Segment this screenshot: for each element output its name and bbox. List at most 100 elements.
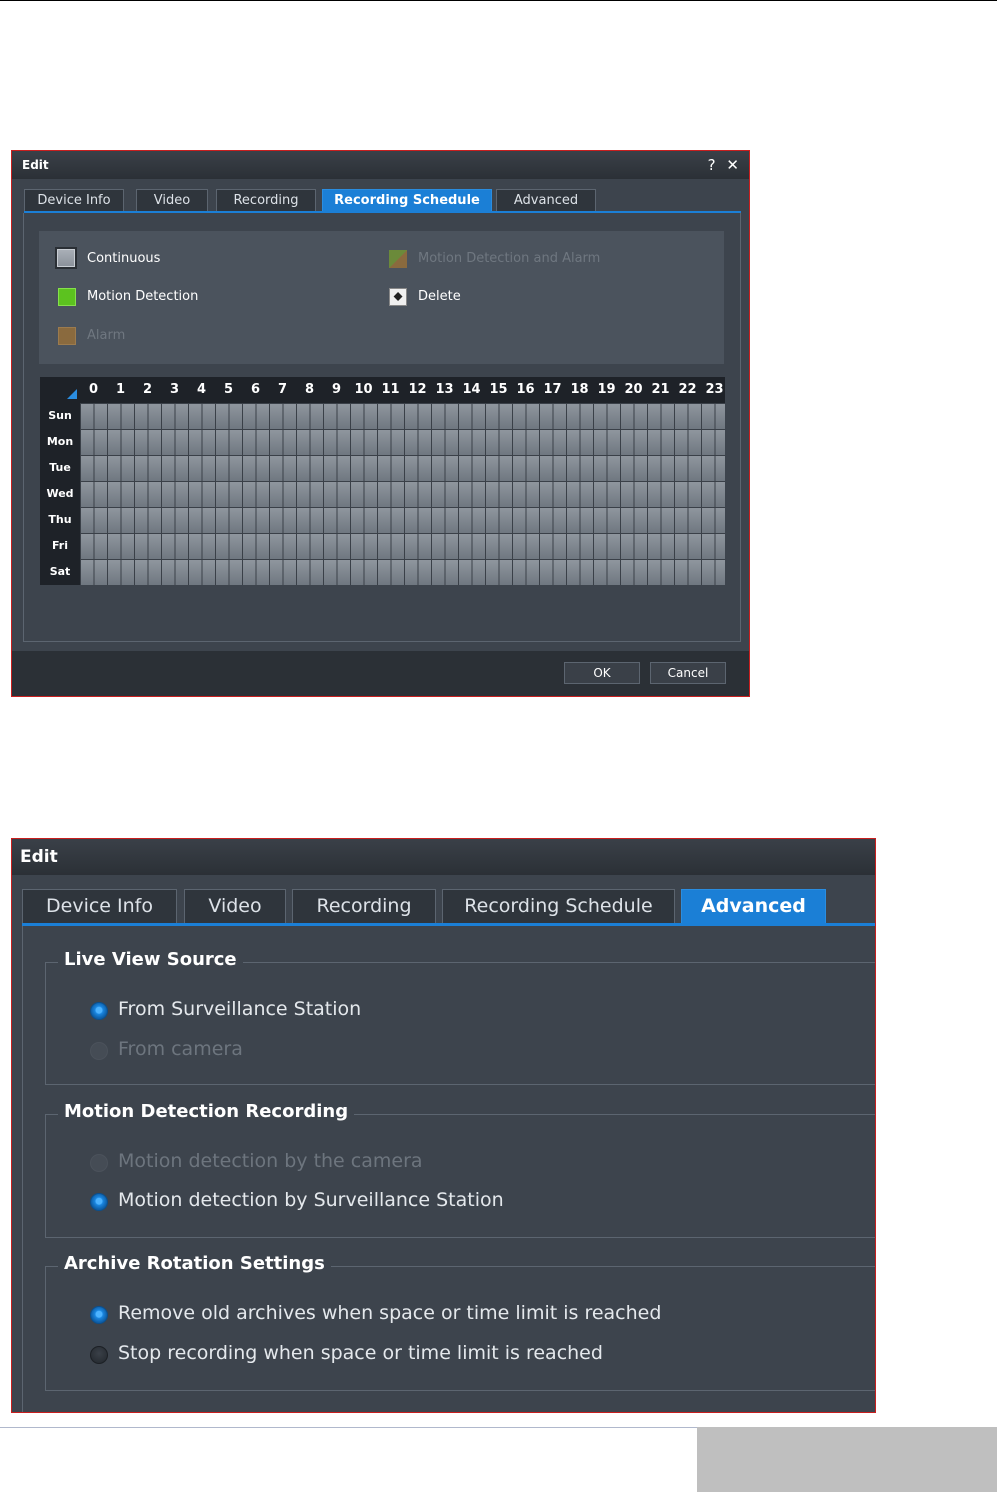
schedule-cells-mon[interactable] <box>80 429 725 455</box>
schedule-cells-fri[interactable] <box>80 533 725 559</box>
hour-header-20[interactable]: 20 <box>620 377 647 403</box>
hour-header-10[interactable]: 10 <box>350 377 377 403</box>
live-view-source-title: Live View Source <box>58 949 243 970</box>
day-label-thu[interactable]: Thu <box>40 507 80 533</box>
schedule-cells-tue[interactable] <box>80 455 725 481</box>
hour-header-row: 0 1 2 3 4 5 6 7 8 9 10 11 12 13 14 15 16 17 18 19 20 21 22 23 <box>40 377 725 403</box>
radio-from-camera <box>90 1042 108 1060</box>
hour-header-14[interactable]: 14 <box>458 377 485 403</box>
dialog-titlebar: Edit ? ✕ <box>12 151 749 179</box>
dialog-title: Edit <box>20 847 58 867</box>
edit-dialog-advanced: Edit Device Info Video Recording Recordi… <box>11 838 876 1413</box>
schedule-cells-sun[interactable] <box>80 403 725 429</box>
day-row-sat: Sat <box>40 559 725 585</box>
hour-header-16[interactable]: 16 <box>512 377 539 403</box>
tab-device-info[interactable]: Device Info <box>24 189 124 211</box>
tab-recording-schedule[interactable]: Recording Schedule <box>442 889 675 923</box>
hour-header-15[interactable]: 15 <box>485 377 512 403</box>
page-bottom-rule <box>0 1427 697 1428</box>
radio-stop-recording[interactable] <box>90 1346 108 1364</box>
day-label-sun[interactable]: Sun <box>40 403 80 429</box>
eraser-icon[interactable]: ⬥ <box>389 288 407 306</box>
select-all-corner[interactable] <box>40 377 80 403</box>
close-icon[interactable]: ✕ <box>726 156 739 174</box>
hour-header-1[interactable]: 1 <box>107 377 134 403</box>
title-controls: ? ✕ <box>702 156 739 174</box>
tab-recording[interactable]: Recording <box>292 889 436 923</box>
select-all-icon[interactable] <box>67 389 77 399</box>
hour-header-17[interactable]: 17 <box>539 377 566 403</box>
day-label-mon[interactable]: Mon <box>40 429 80 455</box>
schedule-grid[interactable]: 0 1 2 3 4 5 6 7 8 9 10 11 12 13 14 15 16 17 18 19 20 21 22 23 S… <box>40 377 725 585</box>
radio-from-surveillance-station[interactable] <box>90 1002 108 1020</box>
day-label-fri[interactable]: Fri <box>40 533 80 559</box>
legend-alarm-label: Alarm <box>87 328 126 343</box>
continuous-swatch-icon[interactable] <box>55 247 77 269</box>
ok-button[interactable]: OK <box>564 662 640 684</box>
dialog-title: Edit <box>22 158 49 172</box>
day-row-fri: Fri <box>40 533 725 559</box>
archive-rotation-settings-title: Archive Rotation Settings <box>58 1253 331 1274</box>
option-motion-by-camera: Motion detection by the camera <box>118 1150 423 1172</box>
tab-device-info[interactable]: Device Info <box>22 889 177 923</box>
hour-header-19[interactable]: 19 <box>593 377 620 403</box>
dialog-titlebar: Edit <box>12 839 875 875</box>
schedule-cells-sat[interactable] <box>80 559 725 585</box>
legend-continuous-label[interactable]: Continuous <box>87 251 160 266</box>
hour-header-18[interactable]: 18 <box>566 377 593 403</box>
tab-video[interactable]: Video <box>136 189 208 211</box>
hour-header-8[interactable]: 8 <box>296 377 323 403</box>
day-row-mon: Mon <box>40 429 725 455</box>
legend-motion-alarm-label: Motion Detection and Alarm <box>418 251 601 266</box>
help-icon[interactable]: ? <box>708 156 716 174</box>
option-from-surveillance-station[interactable]: From Surveillance Station <box>118 998 361 1020</box>
motion-alarm-swatch-icon <box>389 250 407 268</box>
edit-dialog-recording-schedule: Edit ? ✕ Device Info Video Recording Rec… <box>11 150 750 697</box>
hour-header-5[interactable]: 5 <box>215 377 242 403</box>
hour-header-21[interactable]: 21 <box>647 377 674 403</box>
cancel-button[interactable]: Cancel <box>650 662 726 684</box>
hour-header-2[interactable]: 2 <box>134 377 161 403</box>
archive-rotation-settings-group: Archive Rotation Settings Remove old arc… <box>45 1253 875 1391</box>
legend-motion-label[interactable]: Motion Detection <box>87 289 198 304</box>
live-view-source-group: Live View Source From Surveillance Stati… <box>45 949 875 1085</box>
schedule-cells-thu[interactable] <box>80 507 725 533</box>
hour-header-0[interactable]: 0 <box>80 377 107 403</box>
tab-recording-schedule[interactable]: Recording Schedule <box>322 189 492 211</box>
radio-remove-old-archives[interactable] <box>90 1306 108 1324</box>
schedule-cells-wed[interactable] <box>80 481 725 507</box>
radio-motion-by-camera <box>90 1154 108 1172</box>
option-stop-recording[interactable]: Stop recording when space or time limit … <box>118 1342 603 1364</box>
motion-swatch-icon[interactable] <box>58 288 76 306</box>
option-remove-old-archives[interactable]: Remove old archives when space or time l… <box>118 1302 661 1324</box>
day-row-thu: Thu <box>40 507 725 533</box>
hour-header-6[interactable]: 6 <box>242 377 269 403</box>
schedule-legend: Continuous Motion Detection and Alarm Mo… <box>39 231 724 364</box>
hour-header-22[interactable]: 22 <box>674 377 701 403</box>
tab-video[interactable]: Video <box>184 889 286 923</box>
hour-header-7[interactable]: 7 <box>269 377 296 403</box>
day-row-tue: Tue <box>40 455 725 481</box>
hour-header-13[interactable]: 13 <box>431 377 458 403</box>
day-label-tue[interactable]: Tue <box>40 455 80 481</box>
tab-recording[interactable]: Recording <box>216 189 316 211</box>
motion-detection-recording-title: Motion Detection Recording <box>58 1101 355 1122</box>
option-motion-by-surveillance-station[interactable]: Motion detection by Surveillance Station <box>118 1189 504 1211</box>
tab-advanced[interactable]: Advanced <box>681 889 826 923</box>
day-label-sat[interactable]: Sat <box>40 559 80 585</box>
radio-motion-by-surveillance-station[interactable] <box>90 1193 108 1211</box>
alarm-swatch-icon <box>58 327 76 345</box>
page-footer-box <box>697 1427 997 1492</box>
dialog-footer: OK Cancel <box>12 651 749 696</box>
day-label-wed[interactable]: Wed <box>40 481 80 507</box>
hour-header-23[interactable]: 23 <box>701 377 728 403</box>
hour-header-12[interactable]: 12 <box>404 377 431 403</box>
hour-header-9[interactable]: 9 <box>323 377 350 403</box>
hour-header-11[interactable]: 11 <box>377 377 404 403</box>
legend-delete-label[interactable]: Delete <box>418 289 461 304</box>
hour-header-3[interactable]: 3 <box>161 377 188 403</box>
motion-detection-recording-group: Motion Detection Recording Motion detect… <box>45 1101 875 1238</box>
hour-header-4[interactable]: 4 <box>188 377 215 403</box>
day-row-sun: Sun <box>40 403 725 429</box>
tab-advanced[interactable]: Advanced <box>496 189 596 211</box>
